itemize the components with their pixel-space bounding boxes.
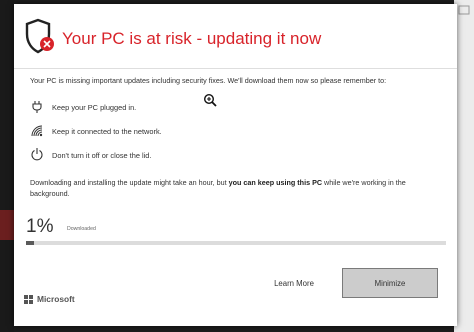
learn-more-link[interactable]: Learn More <box>263 270 325 296</box>
background-left-accent <box>0 210 14 240</box>
intro-text: Your PC is missing important updates inc… <box>30 76 387 85</box>
zoom-in-icon[interactable] <box>203 93 217 107</box>
shield-warning-icon <box>25 18 54 54</box>
progress-fill <box>26 241 35 245</box>
dialog-title: Your PC is at risk - updating it now <box>62 29 322 48</box>
power-plug-icon <box>32 101 42 113</box>
info-note: Downloading and installing the update mi… <box>30 177 445 199</box>
update-dialog: Your PC is at risk - updating it now You… <box>14 4 457 326</box>
progress-status: Downloaded <box>67 226 96 232</box>
microsoft-logo-icon <box>24 295 33 304</box>
item-dont-turn-off: Don't turn it off or close the lid. <box>52 151 152 160</box>
note-prefix: Downloading and installing the update mi… <box>30 178 229 187</box>
background-window-glyph <box>458 5 470 15</box>
power-icon <box>31 148 43 161</box>
note-bold: you can keep using this PC <box>228 178 323 187</box>
background-right <box>454 0 474 332</box>
progress-percent: 1% <box>26 216 54 237</box>
minimize-button[interactable]: Minimize <box>342 268 438 298</box>
progress-bar <box>26 241 446 245</box>
microsoft-wordmark: Microsoft <box>37 294 75 304</box>
item-keep-plugged: Keep your PC plugged in. <box>52 103 137 112</box>
dialog-header: Your PC is at risk - updating it now <box>14 4 457 69</box>
wifi-icon <box>31 125 43 137</box>
item-keep-connected: Keep it connected to the network. <box>52 127 162 136</box>
background-left <box>0 0 14 332</box>
